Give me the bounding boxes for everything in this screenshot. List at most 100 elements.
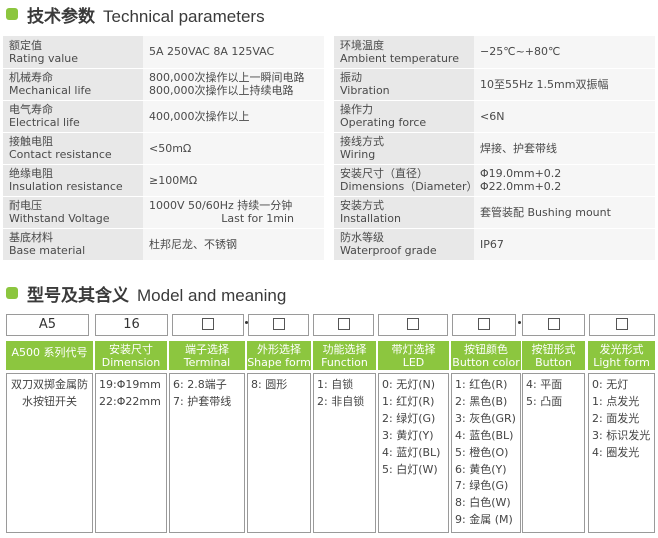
param-label: 基底材料 Base material (3, 228, 143, 261)
model-column-header: 功能选择 Function (313, 341, 376, 370)
param-label-en: Waterproof grade (340, 244, 437, 257)
model-column-options: 双刀双掷金属防 水按钮开关 (6, 373, 93, 533)
param-label-en: Vibration (340, 84, 390, 97)
technical-parameters-heading: 技术参数 Technical parameters (27, 7, 265, 27)
header-zh: 功能选择 (322, 343, 367, 356)
separator-dot (518, 321, 521, 324)
param-row: 电气寿命 Electrical life 400,000次操作以上 (3, 100, 324, 133)
option-item: 7: 护套带线 (173, 394, 232, 408)
param-value: ≥100MΩ (143, 164, 324, 197)
option-item: 1: 红灯(R) (382, 394, 435, 408)
param-value-line: <50mΩ (149, 141, 192, 155)
option-item: 5: 凸面 (526, 394, 563, 408)
param-row: 接线方式 Wiring 焊接、护套带线 (334, 132, 655, 165)
param-value: <50mΩ (143, 132, 324, 165)
param-value-line: 5A 250VAC 8A 125VAC (149, 45, 275, 59)
option-item: 6: 黄色(Y) (455, 462, 507, 476)
param-value-line: 400,000次操作以上 (149, 109, 250, 123)
option-item: 8: 圆形 (251, 378, 288, 391)
param-row: 基底材料 Base material 杜邦尼龙、不锈钢 (3, 228, 324, 261)
model-column-header: 发光形式 Light form (588, 341, 655, 370)
option-item: 3: 灰色(GR) (455, 411, 516, 425)
option-item: 1: 点发光 (592, 394, 640, 408)
param-label: 电气寿命 Electrical life (3, 100, 143, 133)
model-code-box (589, 314, 655, 336)
param-value-line: 焊接、护套带线 (480, 141, 557, 155)
model-meaning-heading: 型号及其含义 Model and meaning (27, 286, 287, 306)
param-label-en: Operating force (340, 116, 427, 129)
header-zh: 按钮颜色 (464, 343, 508, 356)
param-value-line: <6N (480, 109, 505, 123)
param-label-zh: 安装方式 (340, 199, 384, 212)
header-en: Function (321, 356, 368, 369)
param-label-en: Ambient temperature (340, 51, 459, 65)
param-row: 耐电压 Withstand Voltage 1000V 50/60Hz 持续一分钟 L… (3, 196, 324, 229)
param-value-line: Last for 1min (221, 212, 294, 225)
section-bullet-icon (6, 287, 18, 299)
param-label-en: Rating value (9, 51, 79, 65)
option-item: 2: 绿灯(G) (382, 411, 436, 425)
param-label: 机械寿命 Mechanical life (3, 68, 143, 101)
param-label-zh: 接触电阻 (9, 135, 53, 148)
model-code-box (172, 314, 244, 336)
param-row: 额定值 Rating value 5A 250VAC 8A 125VAC (3, 36, 324, 69)
option-item: 22:Φ22mm (99, 394, 161, 408)
model-column-header: 安装尺寸 Dimension (95, 341, 167, 370)
param-label-zh: 安装尺寸（直径） (340, 167, 428, 180)
model-column-options: 6: 2.8端子 7: 护套带线 (169, 373, 245, 533)
model-code-box (313, 314, 374, 336)
param-label-zh: 环境温度 (340, 38, 384, 52)
param-value: 800,000次操作以上一瞬间电路 800,000次操作以上持续电路 (143, 68, 324, 101)
param-row: 振动 Vibration 10至55Hz 1.5mm双振幅 (334, 68, 655, 101)
param-label: 额定值 Rating value (3, 36, 143, 69)
param-row: 机械寿命 Mechanical life 800,000次操作以上一瞬间电路 800,… (3, 68, 324, 101)
model-column-options: 0: 无灯 1: 点发光 2: 面发光 3: 标识发光 4: 圈发光 (588, 373, 655, 533)
option-item: 7: 绿色(G) (455, 479, 509, 493)
param-label-en: Installation (340, 212, 401, 225)
param-label-zh: 防水等级 (340, 231, 384, 244)
param-label: 接触电阻 Contact resistance (3, 132, 143, 165)
param-label-en: Contact resistance (9, 148, 112, 161)
header-en: Terminal (183, 356, 231, 369)
param-value: IP67 (474, 228, 655, 261)
option-item: 6: 2.8端子 (173, 378, 227, 391)
param-label: 操作力 Operating force (334, 100, 474, 133)
model-code-box: A5 (6, 314, 89, 336)
option-item: 3: 标识发光 (592, 428, 651, 442)
model-column-header: 端子选择 Terminal (169, 341, 245, 370)
param-label-zh: 基底材料 (9, 231, 53, 244)
param-label-zh: 绝缘电阻 (9, 167, 53, 180)
model-column-header: 按钮形式 Button form (522, 341, 585, 382)
param-value-line: 10至55Hz 1.5mm双振幅 (480, 77, 609, 91)
param-label-en: Electrical life (9, 116, 80, 129)
header-en: Light form (593, 356, 650, 369)
placeholder-square-icon (478, 317, 490, 330)
placeholder-square-icon (616, 317, 628, 330)
param-value: <6N (474, 100, 655, 133)
placeholder-square-icon (272, 317, 285, 330)
option-item: 水按钮开关 (22, 394, 77, 408)
param-value-line: ≥100MΩ (149, 173, 198, 187)
option-item: 3: 黄灯(Y) (382, 428, 434, 442)
option-item: 1: 自锁 (317, 378, 354, 391)
param-row: 操作力 Operating force <6N (334, 100, 655, 133)
header-en: Dimension (101, 356, 161, 369)
param-row: 安装方式 Installation 套管装配 Bushing mount (334, 196, 655, 229)
option-item: 0: 无灯 (592, 378, 629, 391)
model-code-box (452, 314, 516, 336)
param-label-zh: 振动 (340, 71, 362, 84)
param-value-line: 杜邦尼龙、不锈钢 (149, 237, 237, 251)
header-zh: 带灯选择 (391, 343, 436, 356)
param-value-line: IP67 (480, 237, 504, 251)
param-value: −25℃~+80℃ (474, 36, 655, 69)
option-item: 1: 红色(R) (455, 378, 508, 391)
param-row: 绝缘电阻 Insulation resistance ≥100MΩ (3, 164, 324, 197)
param-label-en: Mechanical life (9, 84, 92, 97)
separator-dot (245, 321, 248, 324)
param-label: 绝缘电阻 Insulation resistance (3, 164, 143, 197)
option-item: 4: 蓝色(BL) (455, 428, 514, 442)
param-value-line: Φ19.0mm+0.2 (480, 167, 562, 180)
model-code-box (522, 314, 585, 336)
param-label-zh: 额定值 (9, 38, 42, 52)
param-label-zh: 机械寿命 (9, 71, 53, 84)
